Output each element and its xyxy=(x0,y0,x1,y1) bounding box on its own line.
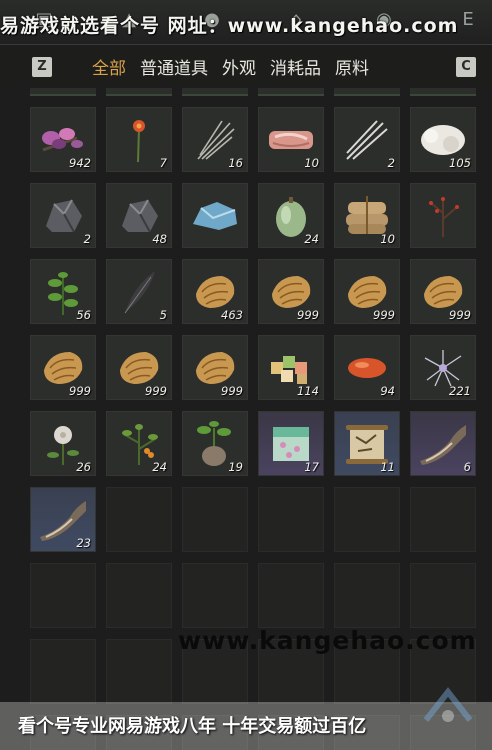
item-count: 463 xyxy=(221,308,243,322)
watermark-bottom-text: 看个号专业网易游戏八年 十年交易额过百亿 xyxy=(18,716,367,737)
item-count: 999 xyxy=(297,308,319,322)
item-count: 7 xyxy=(159,156,167,170)
branch-icon xyxy=(410,183,476,248)
item-count: 10 xyxy=(380,232,395,246)
item-count: 19 xyxy=(228,460,243,474)
inventory-slot-gourd[interactable]: 24 xyxy=(258,183,324,248)
slot-top-partial xyxy=(410,88,476,96)
item-count: 114 xyxy=(297,384,319,398)
inventory-slot-empty[interactable] xyxy=(106,639,172,704)
item-count: 999 xyxy=(69,384,91,398)
inventory-slot-empty[interactable] xyxy=(182,563,248,628)
top-toolbar: ▣ ▲ ● ⌂ ◉ E 易游戏就选看个号 网址：www.kangehao.com xyxy=(0,0,492,45)
key-c-badge[interactable]: C xyxy=(456,57,476,77)
item-count: 24 xyxy=(152,460,167,474)
inventory-slot-empty[interactable] xyxy=(258,563,324,628)
inventory-slot-empty[interactable] xyxy=(410,563,476,628)
inventory-slot-black-feather[interactable]: 5 xyxy=(106,259,172,324)
tab-4[interactable]: 原料 xyxy=(335,54,369,79)
key-z-badge[interactable]: Z xyxy=(32,57,52,77)
inventory-slot-grain-sacks[interactable]: 10 xyxy=(334,183,400,248)
item-count: 10 xyxy=(304,156,319,170)
inventory-slot-red-flower[interactable]: 7 xyxy=(106,107,172,172)
watermark-top-text: 易游戏就选看个号 网址：www.kangehao.com xyxy=(0,15,459,37)
inventory-slot-iron-ore[interactable]: 48 xyxy=(106,183,172,248)
item-count: 23 xyxy=(76,536,91,550)
slot-top-partial xyxy=(30,88,96,96)
inventory-slot-flower-bundle[interactable]: 942 xyxy=(30,107,96,172)
item-count: 94 xyxy=(380,384,395,398)
inventory-slot-dark-ore[interactable]: 2 xyxy=(30,183,96,248)
item-count: 48 xyxy=(152,232,167,246)
inventory-slot-red-stone[interactable]: 94 xyxy=(334,335,400,400)
inventory-slot-orange-fruit-branch[interactable]: 24 xyxy=(106,411,172,476)
tab-1[interactable]: 普通道具 xyxy=(140,54,208,79)
inventory-slot-gold-scale-7[interactable]: 999 xyxy=(182,335,248,400)
item-count: 999 xyxy=(449,308,471,322)
inventory-slot-empty[interactable] xyxy=(258,487,324,552)
inventory-slot-spiky-blossom[interactable]: 221 xyxy=(410,335,476,400)
item-count: 2 xyxy=(387,156,395,170)
tab-2[interactable]: 外观 xyxy=(222,54,256,79)
watermark-logo xyxy=(418,680,488,740)
inventory-slot-root-plant[interactable]: 19 xyxy=(182,411,248,476)
inventory-slot-gift-box[interactable]: 17 xyxy=(258,411,324,476)
inventory-slot-empty[interactable] xyxy=(182,487,248,552)
inventory-slot-empty[interactable] xyxy=(410,487,476,552)
inventory-slot-empty[interactable] xyxy=(106,487,172,552)
inventory-slot-gold-scale-6[interactable]: 999 xyxy=(106,335,172,400)
watermark-url: www.kangehao.com xyxy=(178,626,477,655)
inventory-slot-gold-scale-4[interactable]: 999 xyxy=(410,259,476,324)
item-count: 11 xyxy=(380,460,395,474)
inventory-slot-horn-1[interactable]: 6 xyxy=(410,411,476,476)
crystal-icon xyxy=(182,183,248,248)
inventory-slot-feather-quills[interactable]: 2 xyxy=(334,107,400,172)
inventory-slot-gold-scale-2[interactable]: 999 xyxy=(258,259,324,324)
inventory-slot-white-flower[interactable]: 26 xyxy=(30,411,96,476)
inventory-slot-empty[interactable] xyxy=(30,639,96,704)
slot-top-partial xyxy=(106,88,172,96)
inventory-slot-wool[interactable]: 105 xyxy=(410,107,476,172)
inventory-slot-blue-crystal[interactable] xyxy=(182,183,248,248)
item-count: 6 xyxy=(463,460,471,474)
item-count: 26 xyxy=(76,460,91,474)
slot-top-partial xyxy=(334,88,400,96)
slot-top-partial xyxy=(258,88,324,96)
inventory-slot-grass-stalks[interactable]: 16 xyxy=(182,107,248,172)
inventory-slot-red-berry-branch[interactable] xyxy=(410,183,476,248)
category-tab-bar: Z 全部 普通道具 外观 消耗品 原料 C xyxy=(0,48,492,86)
slot-top-partial xyxy=(182,88,248,96)
tab-0[interactable]: 全部 xyxy=(92,54,126,79)
item-count: 24 xyxy=(304,232,319,246)
inventory-slot-empty[interactable] xyxy=(334,563,400,628)
inventory-slot-empty[interactable] xyxy=(30,563,96,628)
item-count: 942 xyxy=(69,156,91,170)
tab-list: 全部 普通道具 外观 消耗品 原料 xyxy=(92,54,383,79)
item-count: 17 xyxy=(304,460,319,474)
item-count: 105 xyxy=(449,156,471,170)
inventory-slot-empty[interactable] xyxy=(106,563,172,628)
tab-3[interactable]: 消耗品 xyxy=(270,54,321,79)
inventory-slot-empty[interactable] xyxy=(334,487,400,552)
item-count: 5 xyxy=(159,308,167,322)
item-count: 221 xyxy=(449,384,471,398)
inventory-slot-gold-scale-5[interactable]: 999 xyxy=(30,335,96,400)
item-count: 16 xyxy=(228,156,243,170)
inventory-slot-herb-plant[interactable]: 56 xyxy=(30,259,96,324)
item-count: 999 xyxy=(145,384,167,398)
inventory-slot-sweets[interactable]: 114 xyxy=(258,335,324,400)
item-count: 999 xyxy=(373,308,395,322)
inventory-slot-scroll-map[interactable]: 11 xyxy=(334,411,400,476)
inventory-slot-gold-scale-1[interactable]: 463 xyxy=(182,259,248,324)
inventory-slot-raw-meat[interactable]: 10 xyxy=(258,107,324,172)
item-count: 2 xyxy=(83,232,91,246)
inventory-slot-gold-scale-3[interactable]: 999 xyxy=(334,259,400,324)
inventory-slot-horn-2[interactable]: 23 xyxy=(30,487,96,552)
item-count: 999 xyxy=(221,384,243,398)
item-count: 56 xyxy=(76,308,91,322)
